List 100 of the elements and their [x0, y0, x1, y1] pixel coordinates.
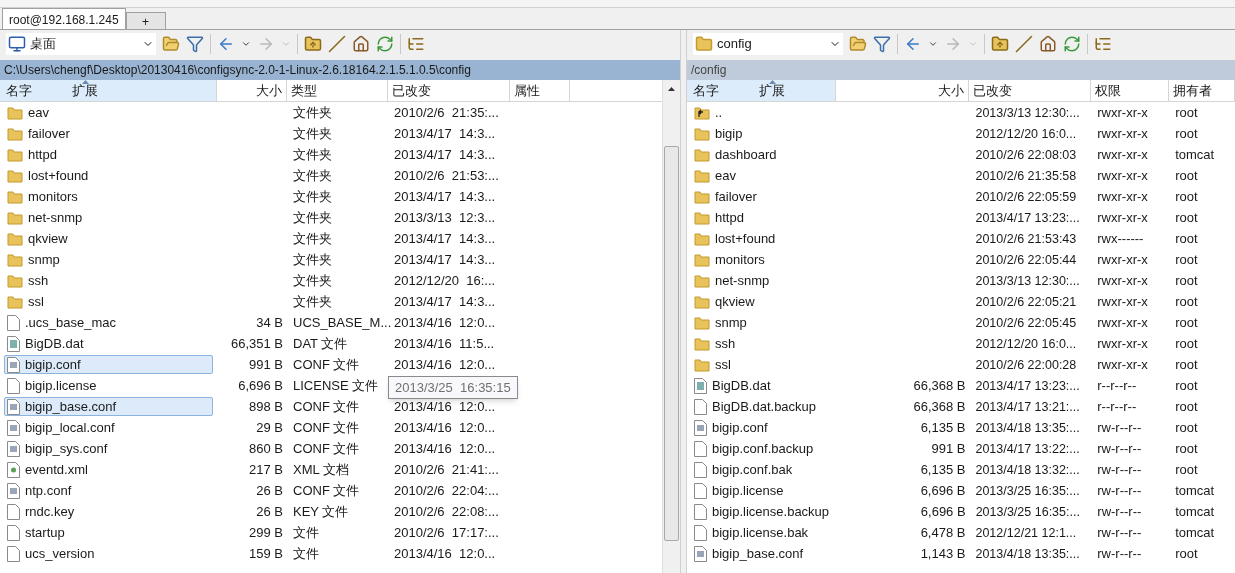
- file-row-name[interactable]: BigDB.dat.backup: [691, 397, 832, 416]
- file-row-name[interactable]: bigip.license.backup: [691, 502, 832, 521]
- file-row-name[interactable]: lost+found: [4, 166, 213, 185]
- file-row-name[interactable]: monitors: [4, 187, 213, 206]
- column-header[interactable]: 名字 扩展: [687, 80, 836, 101]
- file-row-name[interactable]: bigip_base.conf: [4, 397, 213, 416]
- type-text: 文件夹: [293, 125, 332, 141]
- file-row-name[interactable]: eav: [691, 166, 832, 185]
- caret-icon[interactable]: [241, 39, 251, 49]
- file-row-name[interactable]: ssl: [4, 292, 213, 311]
- document-icon: [7, 419, 20, 436]
- file-row-name[interactable]: snmp: [4, 250, 213, 269]
- home-icon[interactable]: [1039, 35, 1057, 53]
- column-header[interactable]: 已改变: [969, 80, 1092, 101]
- file-row-name[interactable]: net-snmp: [691, 271, 832, 290]
- file-row-name[interactable]: httpd: [691, 208, 832, 227]
- file-row-name[interactable]: startup: [4, 523, 213, 542]
- file-row-name[interactable]: ssh: [691, 334, 832, 353]
- file-row-name[interactable]: BigDB.dat: [4, 334, 213, 353]
- size-text: 66,368 B: [913, 376, 966, 395]
- file-row-name[interactable]: bigip_local.conf: [4, 418, 213, 437]
- size-text: 299 B: [249, 523, 283, 542]
- owner-text: root: [1175, 377, 1198, 393]
- modified-text: 2013/3/13 12:3...: [394, 209, 496, 225]
- file-row-name[interactable]: bigip.conf.backup: [691, 439, 832, 458]
- folder-icon: [7, 168, 23, 183]
- file-row-name[interactable]: ssl: [691, 355, 832, 374]
- permissions-text: rwxr-xr-x: [1097, 188, 1148, 204]
- file-row-name[interactable]: bigip_base.conf: [691, 544, 832, 563]
- file-row-name[interactable]: ..: [691, 103, 832, 122]
- column-label: 名字: [693, 83, 719, 98]
- file-row-name[interactable]: bigip.conf: [691, 418, 832, 437]
- file-row-name[interactable]: bigip.license: [4, 376, 213, 395]
- column-header[interactable]: 已改变: [388, 80, 510, 101]
- tab[interactable]: root@192.168.1.245: [2, 8, 126, 29]
- tree-icon[interactable]: [407, 35, 425, 53]
- column-header[interactable]: 名字 扩展: [0, 80, 217, 101]
- folder-icon: [7, 273, 23, 288]
- owner-text: root: [1175, 104, 1198, 120]
- file-row-name[interactable]: ntp.conf: [4, 481, 213, 500]
- parent-folder-icon[interactable]: [304, 35, 322, 53]
- column-header[interactable]: 大小: [835, 80, 970, 101]
- file-row-name[interactable]: bigip_sys.conf: [4, 439, 213, 458]
- modified-text: 2013/4/16 11:5...: [394, 335, 495, 351]
- filter-icon[interactable]: [186, 35, 204, 53]
- modified-text: 2013/4/17 14:3...: [394, 251, 496, 267]
- folder-icon: [7, 294, 23, 309]
- file-row-name[interactable]: bigip.conf: [4, 355, 213, 374]
- refresh-icon[interactable]: [376, 35, 394, 53]
- owner-text: root: [1175, 356, 1198, 372]
- file-row-name[interactable]: failover: [4, 124, 213, 143]
- file-row-name[interactable]: rndc.key: [4, 502, 213, 521]
- filter-icon[interactable]: [873, 35, 891, 53]
- file-icon: [694, 503, 707, 520]
- modified-text: 2013/4/18 13:32:...: [975, 462, 1080, 477]
- folder-icon: [694, 357, 710, 372]
- caret-icon[interactable]: [928, 39, 938, 49]
- file-row-name[interactable]: monitors: [691, 250, 832, 269]
- file-row-name[interactable]: dashboard: [691, 145, 832, 164]
- file-row-name[interactable]: failover: [691, 187, 832, 206]
- parent-folder-icon[interactable]: [991, 35, 1009, 53]
- home-icon[interactable]: [352, 35, 370, 53]
- folder-icon: [7, 126, 23, 141]
- file-row-name[interactable]: snmp: [691, 313, 832, 332]
- file-row-name[interactable]: ssh: [4, 271, 213, 290]
- file-row-name[interactable]: bigip.license: [691, 481, 832, 500]
- file-row-name[interactable]: lost+found: [691, 229, 832, 248]
- file-row-name[interactable]: ucs_version: [4, 544, 213, 563]
- file-row-name[interactable]: bigip.license.bak: [691, 523, 832, 542]
- modified-text: 2010/2/6 21:41:...: [394, 461, 499, 477]
- file-row-name[interactable]: BigDB.dat: [691, 376, 832, 395]
- folder-icon: [694, 126, 710, 141]
- file-row-name[interactable]: qkview: [691, 292, 832, 311]
- tree-icon[interactable]: [1094, 35, 1112, 53]
- tab[interactable]: +: [125, 12, 166, 29]
- file-row-name[interactable]: bigip: [691, 124, 832, 143]
- permissions-text: rwxr-xr-x: [1097, 104, 1148, 120]
- open-folder-icon[interactable]: [849, 35, 867, 53]
- column-header[interactable]: 拥有者: [1169, 80, 1235, 101]
- file-row-name[interactable]: qkview: [4, 229, 213, 248]
- open-folder-icon[interactable]: [162, 35, 180, 53]
- file-row-name[interactable]: bigip.conf.bak: [691, 460, 832, 479]
- file-row-name[interactable]: eav: [4, 103, 213, 122]
- column-header[interactable]: 属性: [510, 80, 570, 101]
- location-dropdown[interactable]: 桌面: [6, 33, 156, 55]
- modified-text: 2010/2/6 21:35:...: [394, 104, 499, 120]
- location-dropdown[interactable]: config: [693, 33, 843, 55]
- refresh-icon[interactable]: [1063, 35, 1081, 53]
- file-row-name[interactable]: eventd.xml: [4, 460, 213, 479]
- column-header[interactable]: 类型: [287, 80, 388, 101]
- file-row-name[interactable]: .ucs_base_mac: [4, 313, 213, 332]
- size-text: 34 B: [256, 313, 283, 332]
- column-header[interactable]: 大小: [217, 80, 287, 101]
- scrollbar-thumb[interactable]: [664, 146, 679, 541]
- column-header[interactable]: 权限: [1091, 80, 1170, 101]
- file-row-name[interactable]: net-snmp: [4, 208, 213, 227]
- modified-text: 2013/4/18 13:35:...: [975, 546, 1080, 561]
- owner-text: tomcat: [1175, 146, 1215, 162]
- file-row-name[interactable]: httpd: [4, 145, 213, 164]
- file-icon: [694, 482, 707, 499]
